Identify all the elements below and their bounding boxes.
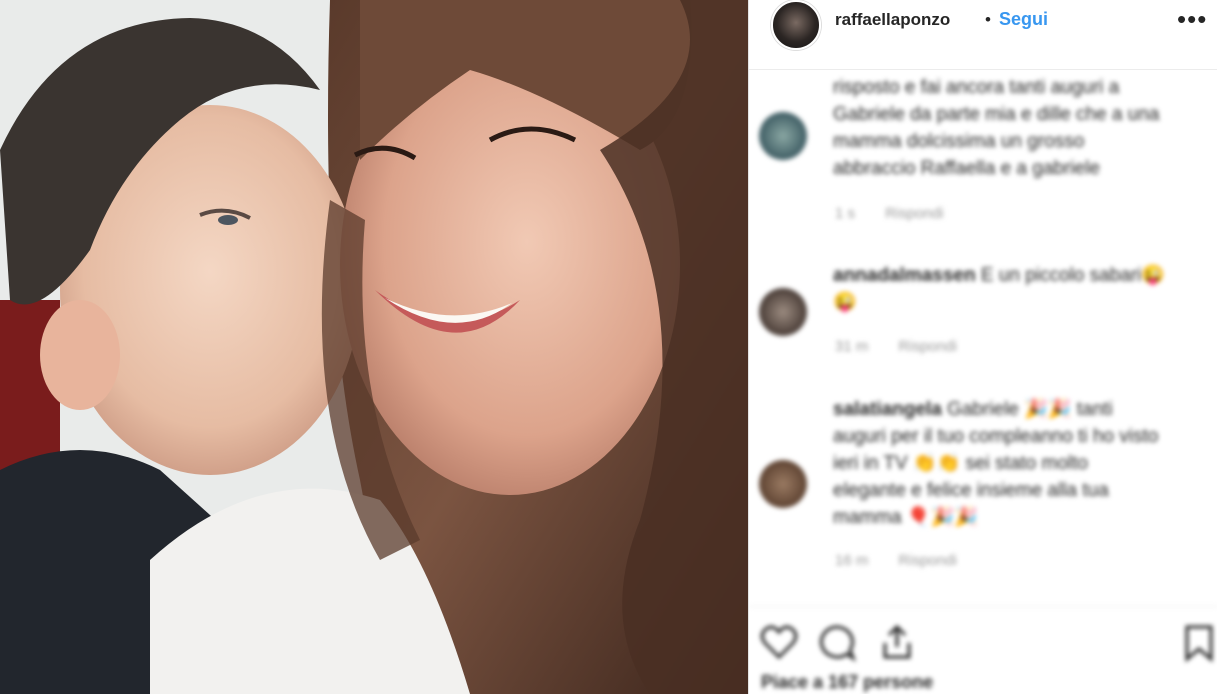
comment-time: 16 m [835, 552, 869, 569]
reply-button[interactable]: Rispondi [885, 205, 943, 222]
header-separator: • [985, 10, 991, 29]
comment-meta: 31 m Rispondi [835, 338, 983, 355]
comment-time: 1 s [835, 205, 856, 222]
comment-text: risposto e fai ancora tanti auguri a Gab… [833, 77, 1160, 179]
comment-time: 31 m [835, 338, 869, 355]
comment-text: annadalmassen E un piccolo sabari😜 😜 [833, 265, 1166, 313]
follow-button[interactable]: Segui [999, 9, 1048, 30]
heart-icon[interactable] [759, 623, 799, 663]
comment-meta: 1 s Rispondi [835, 205, 970, 222]
comment-icon[interactable] [817, 623, 857, 663]
post-side-panel: raffaellaponzo • Segui ••• risposto e fa… [748, 0, 1217, 694]
comment-meta: 16 m Rispondi [835, 552, 983, 569]
photo-illustration [0, 0, 748, 694]
reply-button[interactable]: Rispondi [899, 552, 957, 569]
author-username[interactable]: raffaellaponzo [835, 10, 950, 30]
share-icon[interactable] [877, 623, 917, 663]
reply-button[interactable]: Rispondi [899, 338, 957, 355]
commenter-username[interactable]: salatiangela [833, 399, 942, 420]
commenter-avatar[interactable] [759, 460, 807, 508]
likes-count[interactable]: Piace a 167 persone [761, 672, 933, 693]
commenter-avatar[interactable] [759, 288, 807, 336]
commenter-avatar[interactable] [759, 112, 807, 160]
post-header: raffaellaponzo • Segui ••• [749, 0, 1217, 70]
post-photo[interactable] [0, 0, 748, 694]
author-avatar[interactable] [771, 0, 821, 50]
bookmark-icon[interactable] [1179, 623, 1217, 663]
comment-text: salatiangela Gabriele 🎉🎉 tanti auguri pe… [833, 399, 1159, 528]
commenter-username[interactable]: annadalmassen [833, 265, 976, 286]
more-options-icon[interactable]: ••• [1177, 4, 1207, 35]
